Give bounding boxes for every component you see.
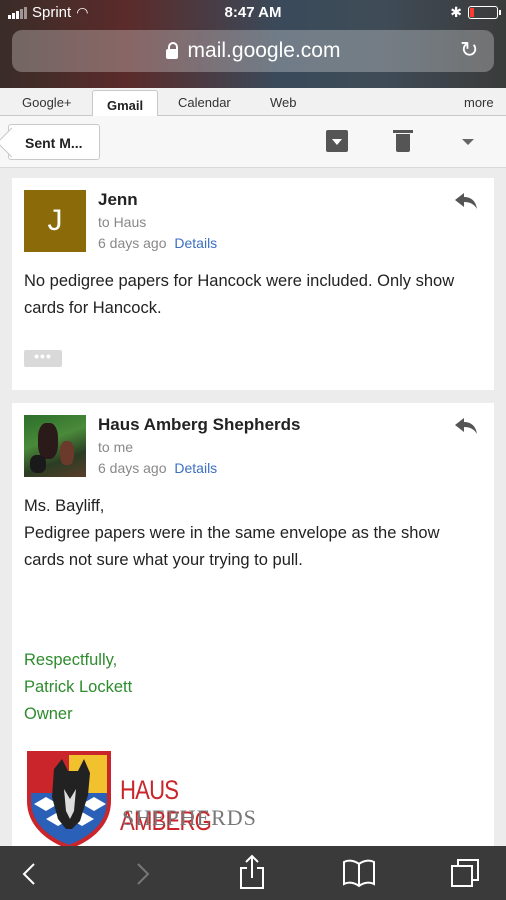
back-arrow-icon[interactable] — [22, 862, 36, 886]
back-button[interactable]: Sent M... — [8, 124, 100, 160]
status-right: ✱ — [450, 4, 501, 21]
recipient: to Haus — [98, 214, 147, 230]
google-tabs: Google+ Gmail Calendar Web more — [0, 88, 506, 117]
signature-line: Respectfully, — [24, 651, 118, 669]
shepherd-shield-icon — [27, 751, 111, 849]
forward-arrow-icon[interactable] — [136, 862, 150, 886]
battery-icon — [468, 6, 501, 19]
message-card: Haus Amberg Shepherds to me 6 days ago D… — [12, 403, 494, 863]
url-text: mail.google.com — [187, 39, 341, 62]
archive-icon[interactable] — [326, 130, 348, 152]
recipient: to me — [98, 439, 134, 455]
tab-gmail[interactable]: Gmail — [92, 90, 159, 117]
avatar: J — [24, 190, 86, 252]
message-card: J Jenn to Haus 6 days ago Details No ped… — [12, 178, 494, 390]
chevron-down-icon[interactable] — [462, 139, 474, 145]
bluetooth-icon: ✱ — [450, 4, 462, 20]
sender-name: Jenn — [98, 190, 138, 209]
tab-more[interactable]: more — [464, 95, 494, 110]
time-label: 6 days ago — [98, 235, 167, 251]
lock-icon — [165, 42, 178, 59]
avatar — [24, 415, 86, 477]
trash-icon[interactable] — [393, 128, 413, 152]
signature-line: Patrick Lockett — [24, 678, 133, 696]
sender-name: Haus Amberg Shepherds — [98, 415, 301, 434]
logo-line-2: SHEPHERDS — [122, 805, 257, 830]
share-icon[interactable] — [238, 854, 266, 890]
tab-google-plus[interactable]: Google+ — [22, 95, 72, 110]
details-link[interactable]: Details — [174, 460, 217, 476]
message-body: Ms. Bayliff, Pedigree papers were in the… — [24, 493, 482, 574]
message-time: 6 days ago Details — [98, 235, 217, 251]
reply-icon[interactable] — [454, 417, 478, 435]
bookmarks-icon[interactable] — [342, 858, 376, 888]
signature-line: Owner — [24, 705, 73, 723]
browser-toolbar — [0, 846, 506, 900]
tab-web[interactable]: Web — [270, 95, 297, 110]
greeting: Ms. Bayliff, — [24, 497, 105, 515]
details-link[interactable]: Details — [174, 235, 217, 251]
company-logo: HAUS AMBERG SHEPHERDS — [26, 749, 286, 849]
url-bar[interactable]: mail.google.com ↻ — [12, 30, 494, 72]
clock: 8:47 AM — [224, 4, 282, 21]
time-label: 6 days ago — [98, 460, 167, 476]
tab-calendar[interactable]: Calendar — [178, 95, 231, 110]
message-time: 6 days ago Details — [98, 460, 217, 476]
message-body: No pedigree papers for Hancock were incl… — [24, 272, 455, 317]
mail-toolbar: Sent M... — [0, 116, 506, 168]
reply-icon[interactable] — [454, 192, 478, 210]
show-trimmed-button[interactable]: ••• — [24, 349, 62, 367]
body-text: Pedigree papers were in the same envelop… — [24, 524, 440, 569]
status-bar: Sprint ◠ 8:47 AM ✱ — [0, 0, 506, 26]
back-label: Sent M... — [25, 135, 83, 151]
reload-icon[interactable]: ↻ — [460, 39, 482, 61]
signature: Respectfully, Patrick Lockett Owner — [24, 647, 132, 728]
tabs-icon[interactable] — [450, 856, 482, 888]
browser-header: Sprint ◠ 8:47 AM ✱ mail.google.com ↻ — [0, 0, 506, 88]
